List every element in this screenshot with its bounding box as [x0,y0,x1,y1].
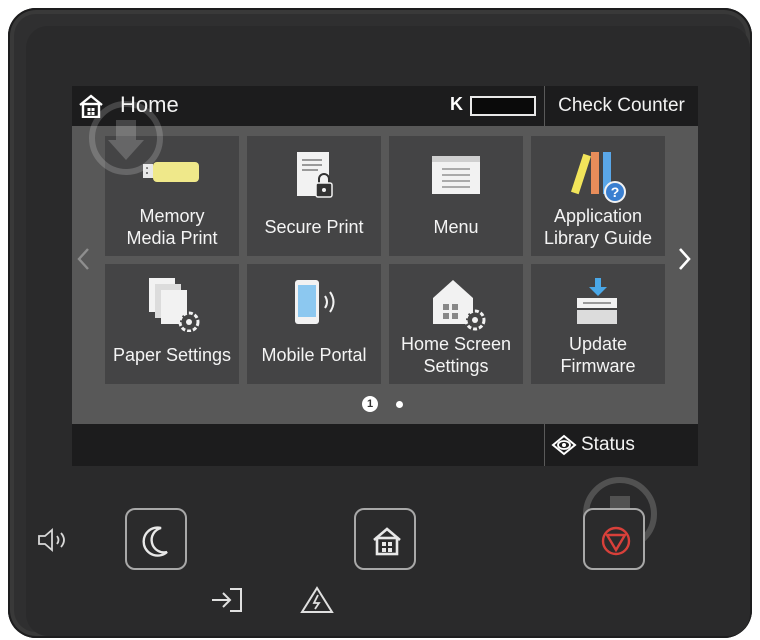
home-hardware-button[interactable] [354,508,416,570]
home-screen-settings-icon [433,280,486,331]
previous-page-arrow-icon[interactable] [74,246,92,272]
sleep-button[interactable] [125,508,187,570]
status-monitor-button[interactable]: Status Monitor [545,424,698,466]
status-monitor-label: Status Monitor [581,434,635,455]
tile-label: Secure Print [264,217,364,237]
tile-label: Application Library Guide [543,206,653,248]
tile-application-library-guide[interactable]: ? Application Library Guide [531,136,665,256]
tile-secure-print[interactable]: Secure Print [247,136,381,256]
error-warning-icon [300,586,334,613]
tile-update-firmware[interactable]: Update Firmware [531,264,665,384]
status-monitor-icon [551,434,577,456]
tile-paper-settings[interactable]: Paper Settings [105,264,239,384]
volume-icon [38,528,65,552]
menu-icon [432,156,480,194]
paper-settings-icon [149,278,200,332]
stop-icon [601,526,631,556]
page-indicator: 1 [362,396,412,412]
tile-label: Menu [433,217,479,237]
data-in-icon [212,588,242,612]
sleep-moon-icon [142,526,168,557]
tile-mobile-portal[interactable]: Mobile Portal [247,264,381,384]
toner-level-bar [470,96,536,116]
mobile-portal-icon [295,280,335,324]
update-firmware-icon [577,278,617,324]
watermark-icon [89,101,163,175]
footer-bar: Status Monitor [72,424,698,466]
svg-text:?: ? [611,184,620,200]
tile-menu[interactable]: Menu [389,136,523,256]
page-dot[interactable] [396,401,403,408]
page-dot-current: 1 [362,396,378,412]
tile-home-screen-settings[interactable]: Home Screen Settings [389,264,523,384]
check-counter-button[interactable]: Check Counter [545,86,698,126]
tile-label: Home Screen Settings [400,334,512,376]
next-page-arrow-icon[interactable] [676,246,694,272]
stop-button[interactable] [583,508,645,570]
application-library-icon: ? [571,152,626,203]
home-icon [373,527,401,556]
tile-label: Update Firmware [560,334,636,376]
tile-label: Memory Media Print [126,206,218,248]
tile-label: Paper Settings [112,345,232,365]
tile-label: Mobile Portal [261,345,367,365]
secure-print-icon [297,152,333,198]
toner-label: K [450,94,463,114]
